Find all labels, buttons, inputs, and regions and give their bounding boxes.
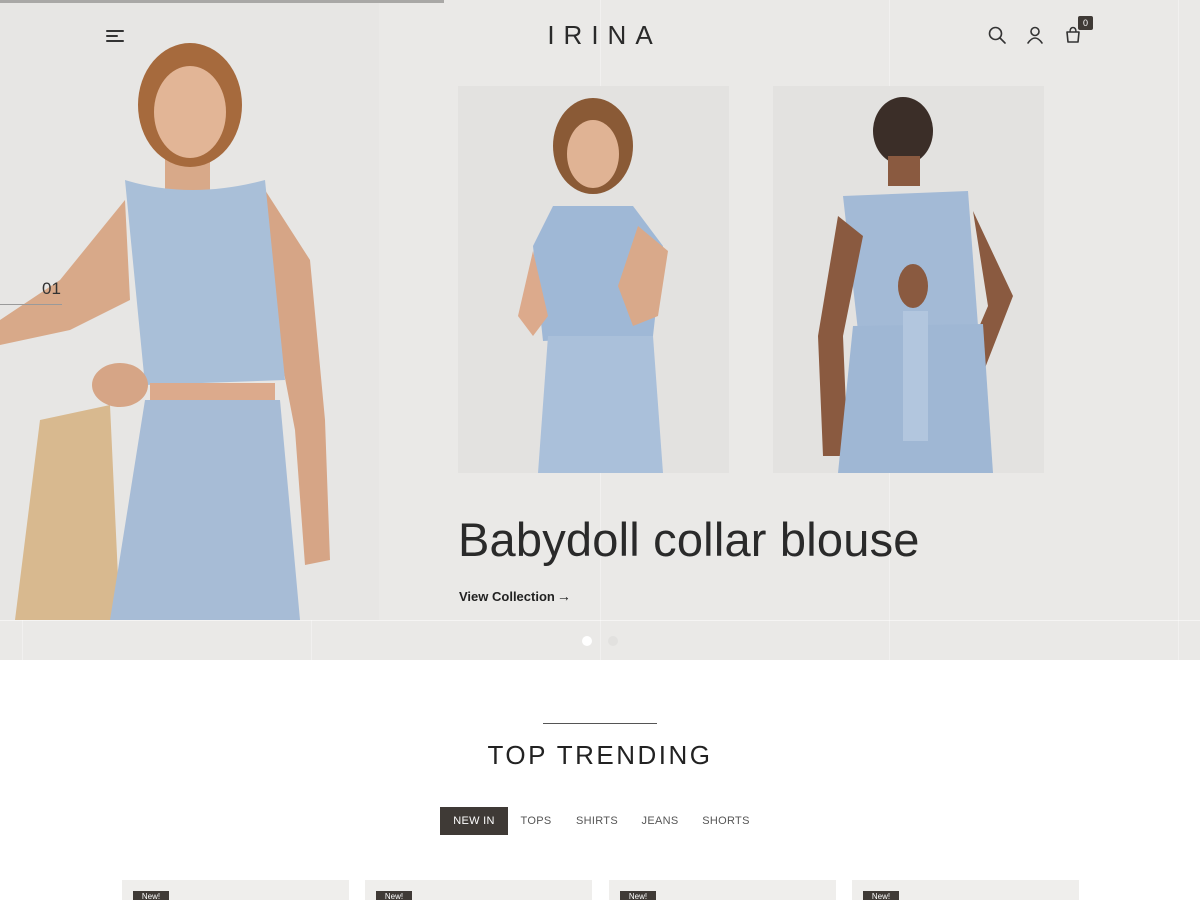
slider-progress (0, 0, 1200, 3)
hero-title: Babydoll collar blouse (458, 513, 920, 566)
menu-icon-line (106, 40, 124, 42)
menu-button[interactable] (106, 28, 126, 44)
menu-icon-line (106, 35, 118, 37)
slider-progress-fill (0, 0, 444, 3)
slide-number: 01 (42, 279, 61, 298)
slider-dot-1[interactable] (582, 636, 592, 646)
hero-photo-polo (458, 86, 729, 473)
view-collection-label: View Collection (459, 589, 555, 604)
new-badge: New! (376, 891, 412, 900)
grid-line (1178, 0, 1179, 660)
tab-jeans[interactable]: JEANS (636, 807, 684, 835)
product-card[interactable]: New! (852, 880, 1079, 900)
new-badge: New! (620, 891, 656, 900)
hero-photo-backtie (773, 86, 1044, 473)
tab-tops[interactable]: TOPS (514, 807, 558, 835)
arrow-right-icon: → (556, 588, 571, 604)
view-collection-link[interactable]: View Collection → (459, 588, 571, 604)
slider-dot-2[interactable] (608, 636, 618, 646)
grid-line (0, 620, 1200, 621)
slide-number-divider (0, 304, 62, 305)
section-divider (543, 723, 657, 724)
hero-main-photo (0, 0, 379, 620)
tab-new-in[interactable]: NEW IN (440, 807, 508, 835)
tab-shorts[interactable]: SHORTS (698, 807, 754, 835)
tab-shirts[interactable]: SHIRTS (572, 807, 622, 835)
cart-count-badge: 0 (1078, 16, 1093, 30)
search-icon[interactable] (986, 24, 1008, 46)
new-badge: New! (133, 891, 169, 900)
new-badge: New! (863, 891, 899, 900)
hero-slider: IRINA 0 01 Babydoll collar blouse View C… (0, 0, 1200, 660)
product-card[interactable]: New! (365, 880, 592, 900)
brand-logo[interactable]: IRINA (500, 20, 700, 51)
menu-icon (106, 30, 124, 32)
product-card[interactable]: New! (609, 880, 836, 900)
section-title: TOP TRENDING (487, 740, 713, 770)
user-icon[interactable] (1024, 24, 1046, 46)
product-card[interactable]: New! (122, 880, 349, 900)
